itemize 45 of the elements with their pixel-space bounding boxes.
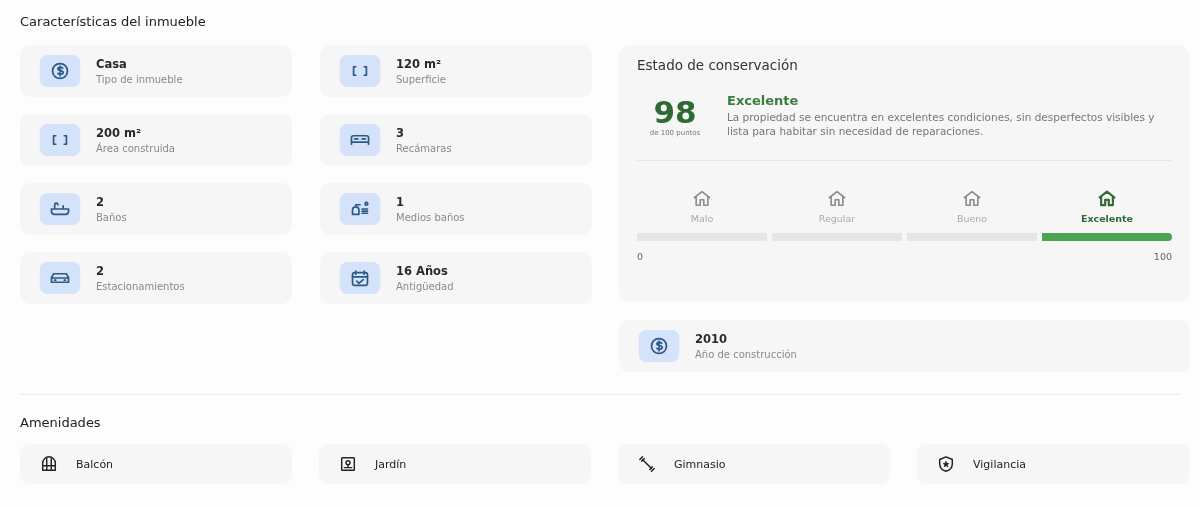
amenity-label: Vigilancia bbox=[973, 457, 1026, 471]
feature-value: 2 bbox=[96, 264, 105, 278]
feature-label: Baños bbox=[96, 212, 127, 223]
calendar-icon bbox=[338, 262, 382, 294]
bracket-icon bbox=[38, 124, 82, 156]
dollar-icon bbox=[38, 55, 82, 87]
bracket-icon bbox=[338, 55, 382, 87]
level-label: Regular bbox=[818, 213, 856, 224]
frame-icon bbox=[339, 455, 357, 473]
level-label: Malo bbox=[690, 213, 714, 224]
feature-value: Casa bbox=[96, 57, 128, 71]
feature-value: 120 m² bbox=[396, 57, 443, 71]
feature-value: 2 bbox=[96, 195, 105, 209]
dumbbell-icon bbox=[638, 455, 656, 473]
feature-label: Antigüedad bbox=[396, 281, 454, 292]
scale-min: 0 bbox=[637, 251, 644, 262]
scale-max: 100 bbox=[1153, 251, 1172, 262]
building-icon bbox=[40, 455, 58, 473]
section-title: Amenidades bbox=[20, 414, 102, 432]
feature-value: 3 bbox=[396, 126, 405, 140]
amenity-label: Gimnasio bbox=[674, 457, 726, 471]
rating-description: La propiedad se encuentra en excelentes condiciones, sin desperfectos visibles y lista para habitar sin necesidad de reparaciones. bbox=[727, 110, 1156, 138]
feature-label: Tipo de inmueble bbox=[96, 74, 183, 85]
level-label: Excelente bbox=[1080, 213, 1134, 224]
feature-label: Estacionamientos bbox=[96, 281, 185, 292]
amenity-label: Balcón bbox=[76, 457, 114, 471]
bed-icon bbox=[338, 124, 382, 156]
section-title: Características del inmueble bbox=[20, 13, 207, 31]
feature-value: 200 m² bbox=[96, 126, 143, 140]
feature-label: Área construida bbox=[96, 143, 175, 154]
level-label: Bueno bbox=[956, 213, 988, 224]
amenity-label: Jardín bbox=[375, 457, 407, 471]
feature-label: Superficie bbox=[396, 74, 447, 85]
score: 98 bbox=[653, 95, 697, 129]
shield-icon bbox=[937, 455, 955, 473]
rating: Excelente bbox=[727, 93, 800, 108]
feature-label: Medios baños bbox=[396, 212, 465, 223]
year-label: Año de construcción bbox=[695, 349, 797, 360]
dollar-icon bbox=[637, 330, 681, 362]
feature-label: Recámaras bbox=[396, 143, 452, 154]
year-value: 2010 bbox=[695, 332, 728, 346]
panel-title: Estado de conservación bbox=[637, 57, 799, 73]
feature-value: 1 bbox=[396, 195, 405, 209]
car-icon bbox=[38, 262, 82, 294]
feature-value: 16 Años bbox=[396, 264, 449, 278]
